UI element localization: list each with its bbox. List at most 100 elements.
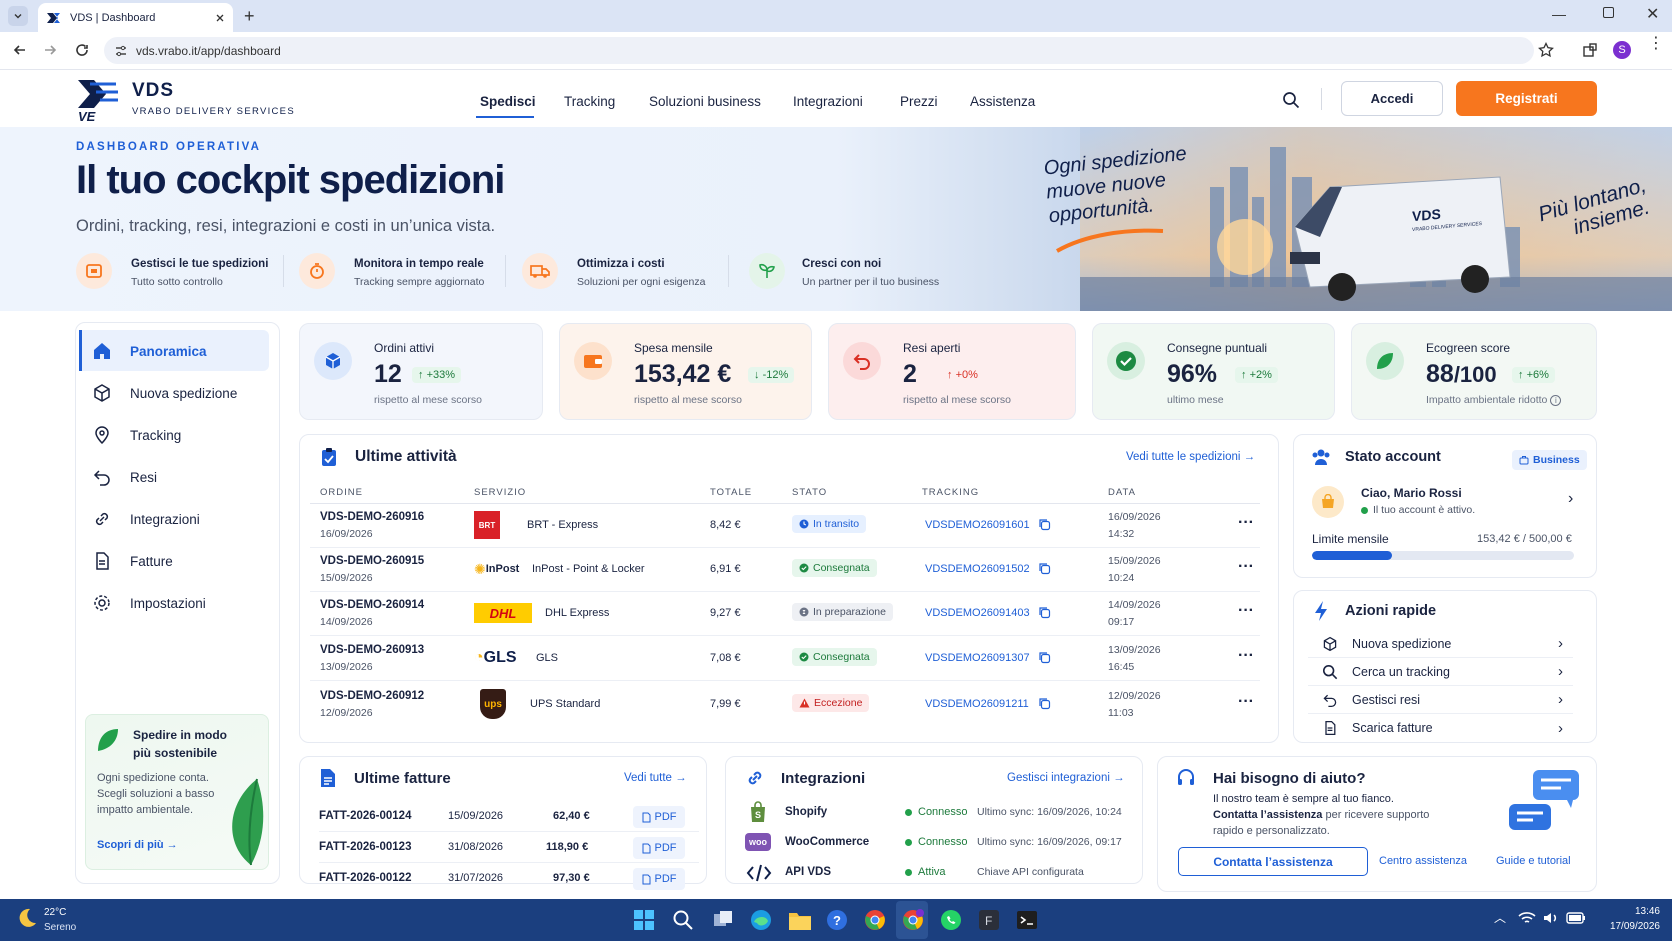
- nav-soluzioni-business[interactable]: Soluzioni business: [649, 94, 761, 109]
- browser-menu-icon[interactable]: ⋮: [1648, 36, 1664, 52]
- windows-start-icon[interactable]: [633, 909, 655, 931]
- nav-prezzi[interactable]: Prezzi: [900, 94, 938, 109]
- kpi-resi-aperti[interactable]: Resi aperti 2 ↑ +0% rispetto al mese sco…: [828, 323, 1076, 420]
- login-button[interactable]: Accedi: [1341, 81, 1443, 116]
- table-row[interactable]: VDS-DEMO-260914 14/09/2026 DHL DHL Expre…: [310, 592, 1260, 636]
- task-view-icon[interactable]: [712, 909, 734, 931]
- bookmark-star-icon[interactable]: [1538, 42, 1554, 58]
- restore-button[interactable]: [1603, 7, 1614, 18]
- more-actions-icon[interactable]: ···: [1238, 602, 1254, 620]
- reload-icon[interactable]: [74, 42, 90, 58]
- more-actions-icon[interactable]: ···: [1238, 693, 1254, 711]
- contact-support-button[interactable]: Contatta l’assistenza: [1178, 847, 1368, 876]
- document-icon: [96, 552, 109, 570]
- tray-overflow-icon[interactable]: ︿: [1494, 909, 1506, 926]
- register-button[interactable]: Registrati: [1456, 81, 1597, 116]
- search-icon[interactable]: [1282, 91, 1300, 109]
- whatsapp-icon[interactable]: [940, 909, 962, 931]
- help-tips-icon[interactable]: ?: [826, 909, 848, 931]
- table-row[interactable]: VDS-DEMO-260912 12/09/2026 ups UPS Stand…: [310, 683, 1260, 727]
- sidebar-item-nuova-spedizione[interactable]: Nuova spedizione: [80, 373, 270, 413]
- file-explorer-icon[interactable]: [788, 909, 812, 931]
- chrome-icon[interactable]: [864, 909, 886, 931]
- profile-avatar[interactable]: S: [1613, 41, 1631, 59]
- sidebar-item-fatture[interactable]: Fatture: [80, 541, 270, 581]
- sidebar-item-tracking[interactable]: Tracking: [80, 415, 270, 455]
- quick-action-nuova-spedizione[interactable]: Nuova spedizione ›: [1308, 630, 1573, 658]
- table-row[interactable]: VDS-DEMO-260916 16/09/2026 BRT BRT - Exp…: [310, 504, 1260, 548]
- table-row[interactable]: VDS-DEMO-260915 15/09/2026 ✺ InPost InPos…: [310, 548, 1260, 592]
- pdf-download-button[interactable]: PDF: [633, 837, 685, 859]
- eco-learn-more-link[interactable]: Scopri di più →: [97, 839, 178, 851]
- extensions-icon[interactable]: [1582, 42, 1598, 58]
- quick-action-label: Gestisci resi: [1352, 692, 1421, 707]
- copy-icon[interactable]: [1038, 606, 1051, 619]
- clock-date[interactable]: 17/09/2026: [1596, 921, 1660, 932]
- sidebar-item-impostazioni[interactable]: Impostazioni: [80, 583, 270, 623]
- tab-list-button[interactable]: [8, 6, 28, 26]
- tracking-link[interactable]: VDSDEMO26091307: [925, 652, 1030, 664]
- quick-action-scarica-fatture[interactable]: Scarica fatture ›: [1308, 714, 1573, 742]
- info-icon[interactable]: i: [1550, 395, 1562, 406]
- guides-tutorials-link[interactable]: Guide e tutorial: [1496, 855, 1571, 867]
- more-actions-icon[interactable]: ···: [1238, 558, 1254, 576]
- manage-integrations-link[interactable]: Gestisci integrazioni →: [1007, 772, 1125, 784]
- tracking-link[interactable]: VDSDEMO26091601: [925, 519, 1030, 531]
- close-window-button[interactable]: ✕: [1646, 4, 1659, 24]
- taskbar-search-icon[interactable]: [672, 909, 694, 931]
- copy-icon[interactable]: [1038, 697, 1051, 710]
- integration-row-api[interactable]: API VDS Attiva Chiave API configurata: [745, 858, 1135, 888]
- invoice-row[interactable]: FATT-2026-00123 31/08/2026 118,90 € PDF: [319, 833, 699, 863]
- new-tab-button[interactable]: +: [244, 6, 255, 27]
- tracking-link[interactable]: VDSDEMO26091502: [925, 563, 1030, 575]
- copy-icon[interactable]: [1038, 518, 1051, 531]
- help-center-link[interactable]: Centro assistenza: [1379, 855, 1467, 867]
- close-tab-icon[interactable]: [215, 13, 225, 23]
- vds-logo-icon[interactable]: VE: [76, 74, 122, 122]
- quick-action-cerca-tracking[interactable]: Cerca un tracking ›: [1308, 658, 1573, 686]
- wifi-icon[interactable]: [1518, 910, 1536, 926]
- clock-time[interactable]: 13:46: [1620, 906, 1660, 917]
- chrome-profile-icon[interactable]: [902, 909, 924, 931]
- kpi-consegne-puntuali[interactable]: Consegne puntuali 96% ↑ +2% ultimo mese: [1092, 323, 1335, 420]
- terminal-icon[interactable]: [1016, 909, 1038, 931]
- volume-icon[interactable]: [1542, 910, 1560, 926]
- invoice-row[interactable]: FATT-2026-00124 15/09/2026 62,40 € PDF: [319, 802, 699, 832]
- copy-icon[interactable]: [1038, 562, 1051, 575]
- nav-spedisci[interactable]: Spedisci: [480, 94, 536, 109]
- copy-icon[interactable]: [1038, 651, 1051, 664]
- forward-arrow-icon[interactable]: [42, 42, 58, 58]
- pdf-download-button[interactable]: PDF: [633, 868, 685, 890]
- site-settings-icon[interactable]: [114, 44, 128, 58]
- eco-promo-card: Spedire in modo più sostenibile Ogni spe…: [85, 714, 269, 870]
- quick-action-gestisci-resi[interactable]: Gestisci resi ›: [1308, 686, 1573, 714]
- more-actions-icon[interactable]: ···: [1238, 514, 1254, 532]
- kpi-ecogreen-score[interactable]: Ecogreen score 88/100 ↑ +6% Impatto ambi…: [1351, 323, 1597, 420]
- app-f-icon[interactable]: F: [978, 909, 1000, 931]
- sidebar-item-integrazioni[interactable]: Integrazioni: [80, 499, 270, 539]
- sidebar-item-panoramica[interactable]: Panoramica: [80, 331, 270, 371]
- browser-tab[interactable]: VDS | Dashboard: [38, 3, 233, 32]
- kpi-ordini-attivi[interactable]: Ordini attivi 12 ↑ +33% rispetto al mese…: [299, 323, 543, 420]
- nav-integrazioni[interactable]: Integrazioni: [793, 94, 863, 109]
- table-row[interactable]: VDS-DEMO-260913 13/09/2026 ◔ GLS GLS 7,08…: [310, 637, 1260, 681]
- battery-icon[interactable]: [1566, 911, 1586, 925]
- invoice-row[interactable]: FATT-2026-00122 31/07/2026 97,30 € PDF: [319, 864, 699, 894]
- pdf-download-button[interactable]: PDF: [633, 806, 685, 828]
- integration-row-woocommerce[interactable]: woo WooCommerce Connesso Ultimo sync: 16…: [745, 828, 1135, 858]
- address-bar[interactable]: vds.vrabo.it/app/dashboard: [104, 37, 1534, 64]
- edge-browser-icon[interactable]: [750, 909, 772, 931]
- more-actions-icon[interactable]: ···: [1238, 647, 1254, 665]
- kpi-spesa-mensile[interactable]: Spesa mensile 153,42 € ↓ -12% rispetto a…: [559, 323, 812, 420]
- tracking-link[interactable]: VDSDEMO26091403: [925, 607, 1030, 619]
- nav-assistenza[interactable]: Assistenza: [970, 94, 1035, 109]
- integration-row-shopify[interactable]: S Shopify Connesso Ultimo sync: 16/09/20…: [745, 798, 1135, 828]
- back-arrow-icon[interactable]: [12, 42, 28, 58]
- view-all-shipments-link[interactable]: Vedi tutte le spedizioni →: [1126, 451, 1255, 463]
- minimize-button[interactable]: —: [1552, 6, 1566, 22]
- sidebar-item-resi[interactable]: Resi: [80, 457, 270, 497]
- tracking-link[interactable]: VDSDEMO26091211: [925, 698, 1029, 710]
- view-all-invoices-link[interactable]: Vedi tutte →: [624, 772, 687, 784]
- account-user-row[interactable]: Ciao, Mario Rossi Il tuo account è attiv…: [1312, 484, 1594, 520]
- nav-tracking[interactable]: Tracking: [564, 94, 615, 109]
